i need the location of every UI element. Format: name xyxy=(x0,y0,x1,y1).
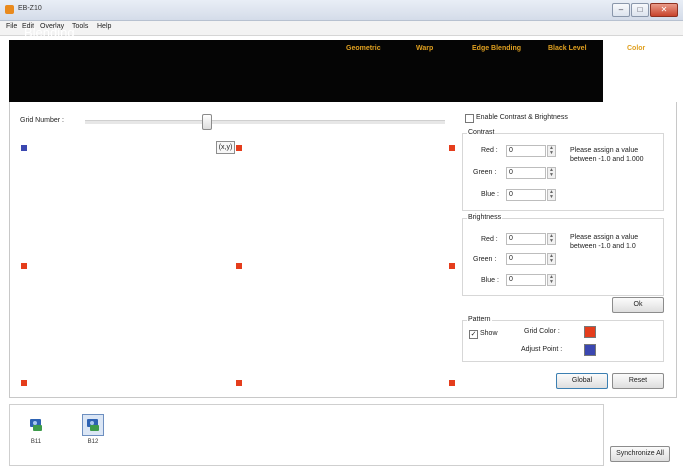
brightness-blue-label: Blue : xyxy=(481,277,499,284)
maximize-button[interactable]: □ xyxy=(631,3,649,17)
brightness-green-stepper[interactable]: ▲ ▼ xyxy=(547,253,556,265)
menu-file[interactable]: File xyxy=(6,23,17,30)
tab-black-level[interactable]: Black Level xyxy=(548,45,587,52)
brightness-blue-input[interactable]: 0 xyxy=(506,274,546,286)
contrast-green-stepper[interactable]: ▲ ▼ xyxy=(547,167,556,179)
brightness-red-label: Red : xyxy=(481,236,498,243)
tab-color[interactable]: Color xyxy=(603,36,675,102)
brightness-hint: Please assign a value between -1.0 and 1… xyxy=(570,234,639,250)
adjust-point-swatch[interactable] xyxy=(584,344,596,356)
contrast-green-input[interactable]: 0 xyxy=(506,167,546,179)
brightness-red-input[interactable]: 0 xyxy=(506,233,546,245)
brightness-blue-stepper[interactable]: ▲ ▼ xyxy=(547,274,556,286)
contrast-green-label: Green : xyxy=(473,169,497,176)
enable-checkbox[interactable] xyxy=(465,114,474,123)
device-b12-label: B12 xyxy=(87,439,99,445)
contrast-red-stepper[interactable]: ▲ ▼ xyxy=(547,145,556,157)
contrast-title: Contrast xyxy=(467,129,496,136)
contrast-blue-stepper[interactable]: ▲ ▼ xyxy=(547,189,556,201)
global-button[interactable]: Global xyxy=(556,373,608,389)
adjust-point[interactable] xyxy=(21,145,27,151)
projector-icon-selected[interactable] xyxy=(82,414,104,436)
contrast-hint: Please assign a value between -1.0 and 1… xyxy=(570,147,644,163)
grid-point[interactable] xyxy=(21,263,27,269)
reset-button[interactable]: Reset xyxy=(612,373,664,389)
grid-point[interactable] xyxy=(21,380,27,386)
grid-point[interactable] xyxy=(449,145,455,151)
grid-color-label: Grid Color : xyxy=(524,328,560,335)
brightness-green-label: Green : xyxy=(473,256,497,263)
contrast-blue-input[interactable]: 0 xyxy=(506,189,546,201)
grid-number-slider-thumb[interactable] xyxy=(202,114,212,130)
grid-point[interactable] xyxy=(236,263,242,269)
ok-button[interactable]: Ok xyxy=(612,297,664,313)
menu-bar: File Edit Overlay Tools Help xyxy=(0,21,683,36)
grid-color-swatch[interactable] xyxy=(584,326,596,338)
grid-point[interactable] xyxy=(236,380,242,386)
projector-icon[interactable] xyxy=(27,416,45,434)
menu-help[interactable]: Help xyxy=(97,23,111,30)
contrast-blue-label: Blue : xyxy=(481,191,499,198)
device-b11-label: B11 xyxy=(30,439,42,445)
page-title: Blending xyxy=(24,25,75,40)
synchronize-all-button[interactable]: Synchronize All xyxy=(610,446,670,462)
enable-label: Enable Contrast & Brightness xyxy=(476,114,568,121)
grid-point[interactable] xyxy=(449,380,455,386)
pattern-group xyxy=(462,320,664,362)
window-title: EB-Z10 xyxy=(18,5,42,12)
point-tag: (x,y) xyxy=(216,141,235,154)
minimize-button[interactable]: – xyxy=(612,3,630,17)
grid-point[interactable] xyxy=(236,145,242,151)
show-label: Show xyxy=(480,330,498,337)
pattern-title: Pattern xyxy=(467,316,492,323)
brightness-red-stepper[interactable]: ▲ ▼ xyxy=(547,233,556,245)
close-button[interactable]: ✕ xyxy=(650,3,678,17)
adjust-point-label: Adjust Point : xyxy=(521,346,563,353)
title-bar xyxy=(0,0,683,21)
grid-number-label: Grid Number : xyxy=(20,117,64,124)
tab-edge-blending[interactable]: Edge Blending xyxy=(472,45,521,52)
grid-point[interactable] xyxy=(449,263,455,269)
show-checkbox[interactable]: ✓ xyxy=(469,330,478,339)
grid-number-slider-track[interactable] xyxy=(85,120,445,124)
app-icon xyxy=(5,5,14,14)
brightness-title: Brightness xyxy=(467,214,503,221)
tab-warp[interactable]: Warp xyxy=(416,45,433,52)
tab-color-label: Color xyxy=(627,45,646,52)
brightness-green-input[interactable]: 0 xyxy=(506,253,546,265)
contrast-red-label: Red : xyxy=(481,147,498,154)
contrast-red-input[interactable]: 0 xyxy=(506,145,546,157)
tab-geometric[interactable]: Geometric xyxy=(346,45,381,52)
